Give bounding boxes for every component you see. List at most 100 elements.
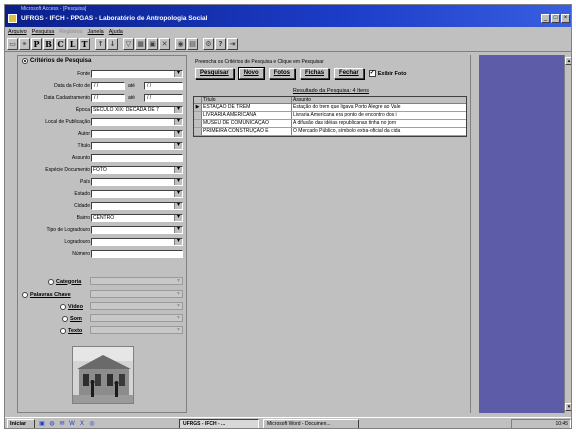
menu-janela[interactable]: Janela — [88, 29, 104, 35]
exit-icon[interactable]: ⇥ — [227, 38, 238, 50]
column-assunto[interactable]: Assunto — [292, 97, 466, 103]
scroll-up-icon[interactable]: ▴ — [565, 57, 571, 65]
sort-desc-icon[interactable]: ↓ — [107, 38, 118, 50]
clock: 10:45 — [555, 421, 568, 427]
video-select[interactable] — [90, 302, 183, 310]
menu-registros[interactable]: Registros — [59, 29, 82, 35]
table-row[interactable]: LIVRARIA AMERICANA Livraria Americana er… — [194, 112, 466, 120]
table-row[interactable]: PRIMEIRA CONSTRUÇÃO E O Mercado Público,… — [194, 128, 466, 136]
fichas-button[interactable]: Fichas — [300, 68, 330, 79]
checkmark-icon[interactable]: ✓ — [368, 70, 376, 77]
tools-icon[interactable]: ⚙ — [203, 38, 214, 50]
numero-input[interactable] — [91, 250, 183, 258]
option-palavras-chave[interactable]: Palavras Chave — [22, 290, 71, 299]
cidade-select[interactable] — [91, 202, 183, 210]
option-categoria[interactable]: Categoria — [48, 277, 81, 286]
option-som[interactable]: Som — [62, 314, 82, 323]
browser-icon[interactable]: ◎ — [88, 420, 96, 428]
logradouro-select[interactable] — [91, 238, 183, 246]
texto-radio[interactable] — [60, 327, 66, 334]
data-foto-from[interactable]: / / — [91, 82, 125, 90]
field-pais: País — [18, 178, 188, 187]
local-publicacao-select[interactable] — [91, 118, 183, 126]
categoria-select[interactable] — [90, 277, 183, 285]
grid-icon[interactable]: ▦ — [135, 38, 146, 50]
toolbar-l-button[interactable]: L — [67, 38, 78, 50]
system-tray: 10:45 — [511, 419, 571, 428]
menu-pesquisa[interactable]: Pesquisa — [32, 29, 55, 35]
excel-icon[interactable]: X — [78, 420, 86, 428]
binoculars-icon[interactable]: ⚭ — [19, 38, 30, 50]
preview-icon[interactable]: ▤ — [187, 38, 198, 50]
task-word[interactable]: Microsoft Word - Documen... — [263, 419, 359, 428]
sort-asc-icon[interactable]: ↑ — [95, 38, 106, 50]
epoca-select[interactable]: SÉCULO XIX: DÉCADA DE 7 — [91, 106, 183, 114]
titulo-select[interactable] — [91, 142, 183, 150]
som-radio[interactable] — [62, 315, 68, 322]
row-selector-icon[interactable]: ▶ — [194, 104, 202, 111]
option-video[interactable]: Vídeo — [60, 302, 83, 311]
vertical-scrollbar[interactable] — [470, 55, 478, 413]
data-cad-to[interactable]: / / — [144, 94, 183, 102]
close-icon[interactable]: × — [561, 14, 570, 23]
toolbar-p-button[interactable]: P — [31, 38, 42, 50]
outlook-icon[interactable]: ✉ — [58, 420, 66, 428]
fotos-button[interactable]: Fotos — [268, 68, 296, 79]
toolbar-t-button[interactable]: T — [79, 38, 90, 50]
table-row[interactable]: MUSEU DE COMUNICAÇÃO A difusão das idéia… — [194, 120, 466, 128]
task-ufrgs[interactable]: UFRGS - IFCH - ... — [179, 419, 259, 428]
image-icon[interactable]: ▣ — [147, 38, 158, 50]
assunto-input[interactable] — [91, 154, 183, 162]
toolbar-b-button[interactable]: B — [43, 38, 54, 50]
explorer-icon[interactable]: ◍ — [48, 420, 56, 428]
field-fonte: Fonte — [18, 70, 188, 79]
pais-select[interactable] — [91, 178, 183, 186]
fechar-button[interactable]: Fechar — [334, 68, 364, 79]
outer-scrollbar[interactable]: ▴ ▾ — [564, 55, 571, 413]
desktop-icon[interactable]: ▣ — [38, 420, 46, 428]
palavras-chave-radio[interactable] — [22, 291, 28, 298]
data-cad-from[interactable]: / / — [91, 94, 125, 102]
app-icon — [8, 14, 17, 23]
word-icon[interactable]: W — [68, 420, 76, 428]
exibir-foto-checkbox[interactable]: ✓ Exibir Foto — [368, 70, 406, 77]
field-logradouro: Logradouro — [18, 238, 188, 247]
filter-icon[interactable]: ▽ — [123, 38, 134, 50]
layout-icon[interactable]: ▭ — [7, 38, 18, 50]
toolbar-c-button[interactable]: C — [55, 38, 66, 50]
som-select[interactable] — [90, 314, 183, 322]
camera-icon[interactable]: ◉ — [175, 38, 186, 50]
help-icon[interactable]: ? — [215, 38, 226, 50]
pesquisar-button[interactable]: Pesquisar — [195, 68, 234, 79]
minimize-icon[interactable]: _ — [541, 14, 550, 23]
texto-select[interactable] — [90, 326, 183, 334]
delete-icon[interactable]: ✕ — [159, 38, 170, 50]
fonte-select[interactable] — [91, 70, 183, 78]
field-autor: Autor — [18, 130, 188, 139]
table-row[interactable]: ▶ ESTAÇÃO DE TREM Estação do trem que li… — [194, 104, 466, 112]
novo-button[interactable]: Novo — [237, 67, 265, 80]
field-estado: Estado — [18, 190, 188, 199]
estado-select[interactable] — [91, 190, 183, 198]
menu-ajuda[interactable]: Ajuda — [109, 29, 123, 35]
field-assunto: Assunto — [18, 154, 188, 163]
field-data-cadastramento: Data Cadastramento / / até / / — [18, 94, 188, 103]
bairro-select[interactable]: CENTRO — [91, 214, 183, 222]
start-button[interactable]: Iniciar — [7, 419, 35, 428]
maximize-icon[interactable]: □ — [551, 14, 560, 23]
palavras-chave-select[interactable] — [90, 290, 183, 298]
especie-select[interactable]: FOTO — [91, 166, 183, 174]
field-cidade: Cidade — [18, 202, 188, 211]
outer-title: Microsoft Access - [Pesquisa] — [21, 6, 87, 12]
tipo-logradouro-select[interactable] — [91, 226, 183, 234]
criteria-title[interactable]: Critérios de Pesquisa — [22, 58, 91, 64]
criteria-radio[interactable] — [22, 58, 28, 64]
scroll-down-icon[interactable]: ▾ — [565, 403, 571, 411]
categoria-radio[interactable] — [48, 278, 54, 285]
column-titulo[interactable]: Título — [202, 97, 292, 103]
video-radio[interactable] — [60, 303, 66, 310]
menu-arquivo[interactable]: Arquivo — [8, 29, 27, 35]
option-texto[interactable]: Texto — [60, 326, 82, 335]
data-foto-to[interactable]: / / — [144, 82, 183, 90]
autor-select[interactable] — [91, 130, 183, 138]
